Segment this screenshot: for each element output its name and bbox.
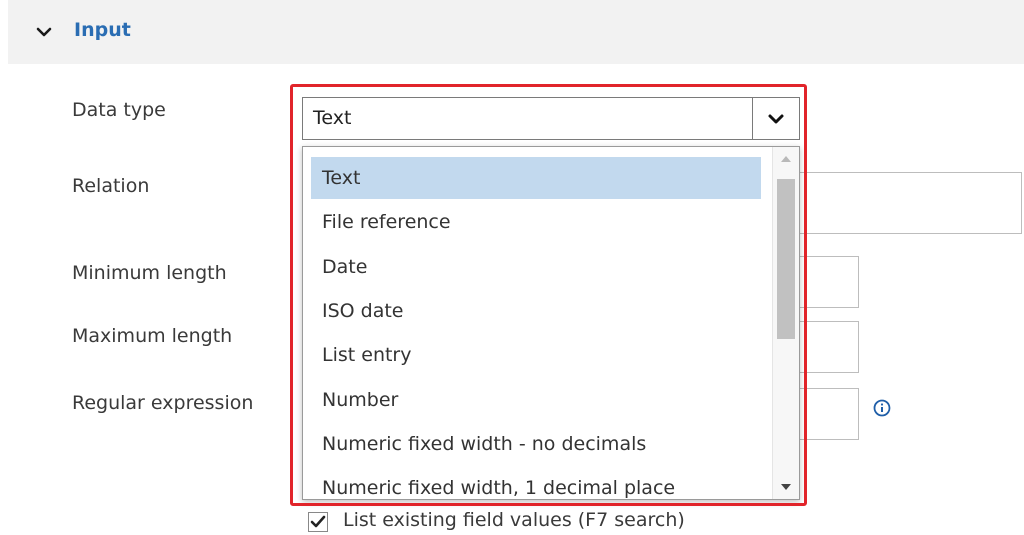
info-icon[interactable]	[872, 398, 892, 418]
checkmark-icon	[310, 515, 326, 528]
highlight-frame	[290, 84, 807, 506]
minimum-length-label: Minimum length	[72, 262, 227, 284]
list-existing-values-checkbox[interactable]	[308, 512, 328, 532]
chevron-down-icon[interactable]	[36, 24, 52, 40]
section-header-input[interactable]: Input	[8, 0, 1024, 64]
data-type-label: Data type	[72, 99, 166, 121]
section-title[interactable]: Input	[74, 19, 131, 41]
list-existing-values-label[interactable]: List existing field values (F7 search)	[343, 509, 685, 531]
regular-expression-label: Regular expression	[72, 392, 254, 414]
page: Input Data type Relation Minimum length …	[0, 0, 1024, 535]
relation-label: Relation	[72, 175, 150, 197]
maximum-length-label: Maximum length	[72, 325, 233, 347]
